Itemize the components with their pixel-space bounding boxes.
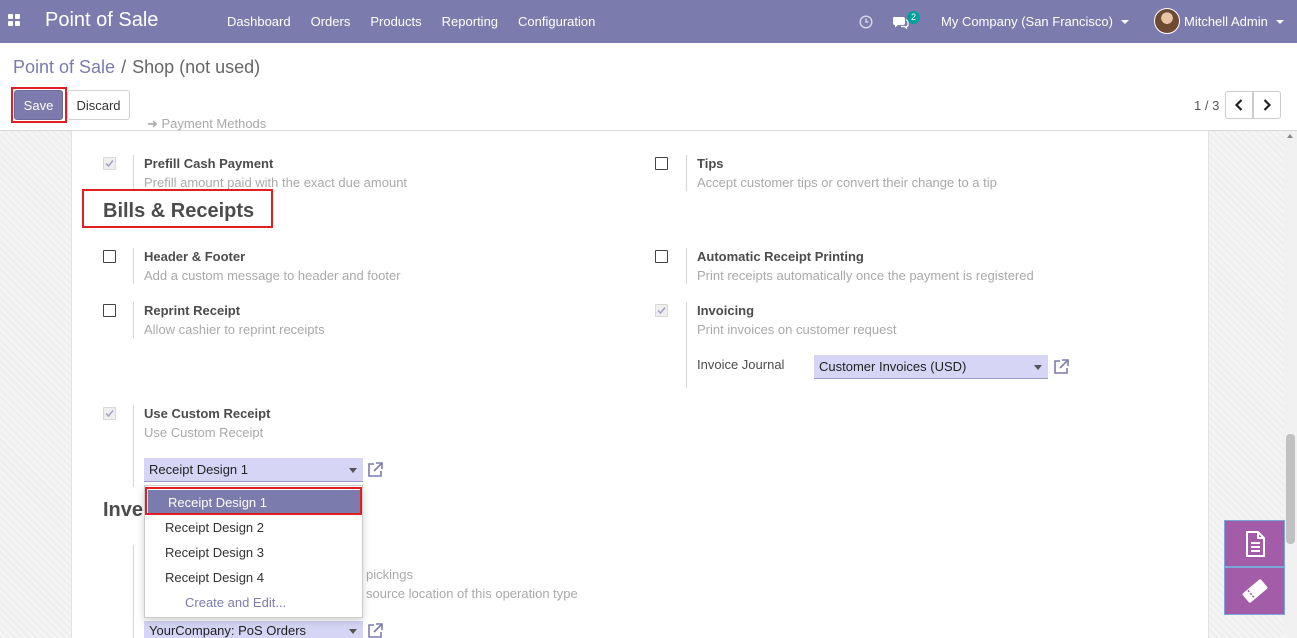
inventory-desc-line-2: source location of this operation type (366, 586, 578, 601)
chevron-down-icon (349, 468, 357, 473)
breadcrumb-parent[interactable]: Point of Sale (13, 57, 115, 77)
document-icon (1245, 530, 1265, 557)
external-link-icon[interactable] (366, 461, 384, 479)
external-link-icon[interactable] (1052, 358, 1070, 376)
setting-divider (133, 545, 134, 638)
operation-type-value: YourCompany: PoS Orders (149, 623, 307, 638)
inventory-desc-line-1: pickings (366, 567, 413, 582)
invoicing-desc: Print invoices on customer request (697, 322, 897, 337)
reprint-receipt-checkbox[interactable] (103, 304, 116, 317)
company-name: My Company (San Francisco) (941, 14, 1113, 29)
pager-label: 1 / 3 (1194, 98, 1220, 113)
user-name: Mitchell Admin (1184, 14, 1268, 29)
app-brand[interactable]: Point of Sale (45, 9, 158, 32)
operation-type-select[interactable]: YourCompany: PoS Orders (144, 621, 363, 638)
reprint-receipt-title: Reprint Receipt (144, 303, 241, 318)
chevron-left-icon (1234, 99, 1243, 111)
discard-button[interactable]: Discard (67, 90, 130, 120)
menu-products[interactable]: Products (370, 14, 421, 29)
setting-divider (686, 248, 687, 284)
chevron-down-icon (349, 629, 357, 634)
invoice-journal-label: Invoice Journal (697, 357, 785, 372)
prefill-cash-title: Prefill Cash Payment (144, 156, 274, 171)
setting-divider (686, 302, 687, 388)
scroll-up-arrow-icon[interactable] (1287, 134, 1293, 138)
prefill-cash-desc: Prefill amount paid with the exact due a… (144, 175, 408, 190)
setting-divider (686, 155, 687, 191)
save-button[interactable]: Save (14, 90, 63, 120)
check-icon (105, 410, 114, 418)
payment-methods-link-text: Payment Methods (161, 119, 267, 131)
control-panel: Point of Sale / Shop (not used) Save Disca… (0, 43, 1297, 131)
menu-configuration[interactable]: Configuration (518, 14, 595, 29)
dropdown-option-receipt-design-2[interactable]: Receipt Design 2 (145, 515, 362, 540)
tips-checkbox[interactable] (655, 157, 668, 170)
top-navbar: Point of Sale Dashboard Orders Products … (0, 0, 1297, 43)
scrollbar[interactable] (1284, 131, 1297, 638)
pager-previous-button[interactable] (1225, 91, 1253, 119)
auto-print-title: Automatic Receipt Printing (697, 249, 864, 264)
ticket-icon (1242, 579, 1267, 603)
auto-print-desc: Print receipts automatically once the pa… (697, 268, 1034, 283)
setting-divider (133, 155, 134, 191)
main-menu: Dashboard Orders Products Reporting Conf… (217, 14, 605, 29)
receipt-design-value: Receipt Design 1 (149, 462, 248, 477)
setting-divider (133, 405, 134, 487)
check-icon (657, 307, 666, 315)
setting-divider (133, 248, 134, 284)
inventory-section-title: Inve (103, 499, 144, 521)
payment-methods-link-partial: ➜ Payment Methods (147, 119, 266, 131)
chevron-right-icon (1263, 99, 1272, 111)
auto-print-checkbox[interactable] (655, 250, 668, 263)
header-footer-title: Header & Footer (144, 249, 246, 264)
receipt-design-dropdown: Receipt Design 1 Receipt Design 2 Receip… (144, 485, 363, 618)
header-footer-desc: Add a custom message to header and foote… (144, 268, 401, 283)
breadcrumb-separator: / (121, 57, 127, 77)
dropdown-option-receipt-design-3[interactable]: Receipt Design 3 (145, 540, 362, 565)
prefill-cash-checkbox[interactable] (103, 157, 116, 170)
tips-title: Tips (697, 156, 724, 171)
receipt-design-select[interactable]: Receipt Design 1 (144, 458, 363, 482)
dropdown-option-receipt-design-1[interactable]: Receipt Design 1 (148, 490, 361, 515)
chevron-down-icon (1275, 19, 1284, 24)
external-link-icon[interactable] (366, 622, 384, 638)
invoice-journal-value: Customer Invoices (USD) (819, 359, 967, 374)
invoicing-checkbox[interactable] (655, 304, 668, 317)
pager-next-button[interactable] (1253, 91, 1281, 119)
breadcrumb: Point of Sale / Shop (not used) (13, 57, 260, 78)
setting-divider (133, 302, 134, 338)
activity-clock-icon[interactable] (859, 0, 873, 43)
header-footer-checkbox[interactable] (103, 250, 116, 263)
tips-desc: Accept customer tips or convert their ch… (697, 175, 997, 190)
invoicing-title: Invoicing (697, 303, 755, 318)
chat-count-badge: 2 (907, 11, 920, 24)
chevron-down-icon (1120, 19, 1129, 24)
custom-receipt-desc: Use Custom Receipt (144, 425, 264, 440)
chevron-down-icon (1034, 365, 1042, 370)
user-menu[interactable]: Mitchell Admin (1184, 0, 1284, 43)
dropdown-create-edit[interactable]: Create and Edit... (145, 590, 362, 615)
company-switcher[interactable]: My Company (San Francisco) (941, 0, 1129, 43)
document-fab-button[interactable] (1224, 520, 1285, 567)
scrollbar-thumb[interactable] (1286, 434, 1295, 544)
custom-receipt-checkbox[interactable] (103, 407, 116, 420)
avatar[interactable] (1154, 8, 1180, 34)
dropdown-option-receipt-design-4[interactable]: Receipt Design 4 (145, 565, 362, 590)
breadcrumb-current: Shop (not used) (132, 57, 261, 77)
apps-menu-icon[interactable] (8, 14, 20, 26)
menu-reporting[interactable]: Reporting (442, 14, 498, 29)
bills-receipts-section-title: Bills & Receipts (103, 200, 255, 222)
menu-dashboard[interactable]: Dashboard (227, 14, 291, 29)
check-icon (105, 160, 114, 168)
chat-icon[interactable] (892, 0, 909, 43)
menu-orders[interactable]: Orders (311, 14, 351, 29)
ticket-fab-button[interactable] (1224, 567, 1285, 615)
invoice-journal-select[interactable]: Customer Invoices (USD) (814, 355, 1048, 379)
custom-receipt-title: Use Custom Receipt (144, 406, 271, 421)
reprint-receipt-desc: Allow cashier to reprint receipts (144, 322, 325, 337)
